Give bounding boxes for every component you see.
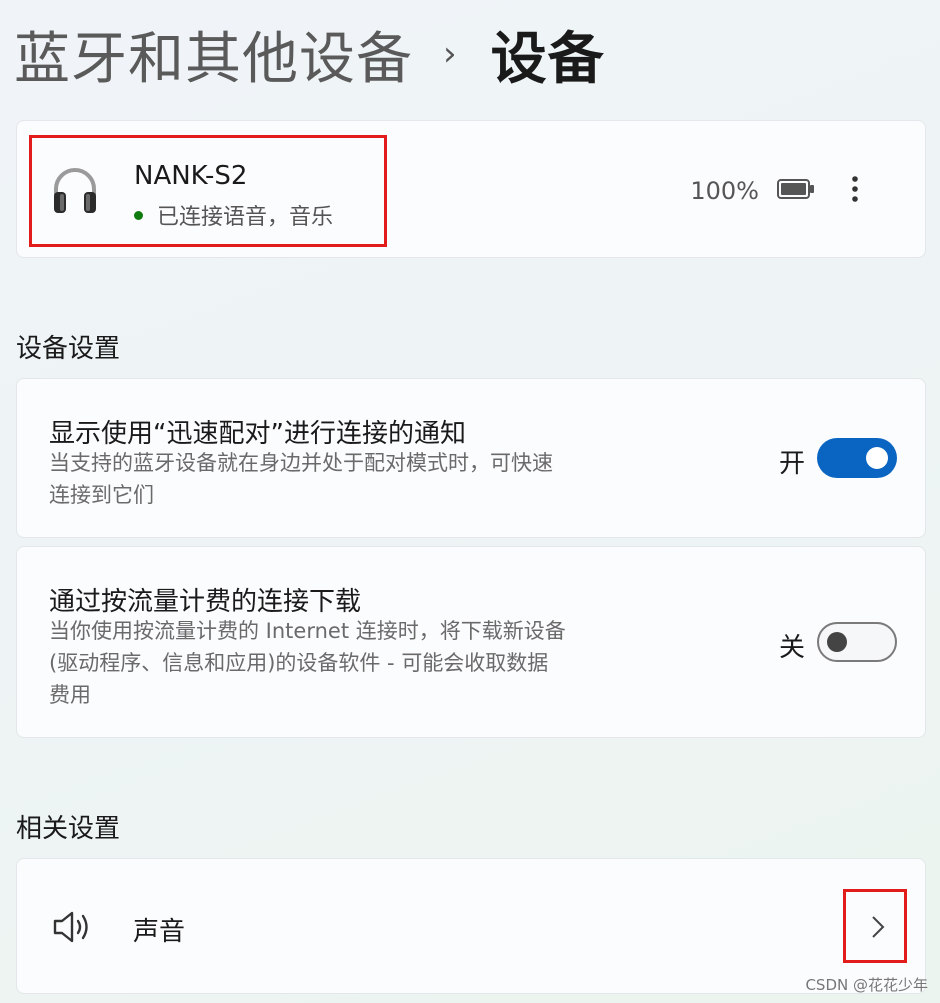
battery-level: 100% xyxy=(690,177,759,205)
toggle-state-label: 开 xyxy=(778,449,805,479)
related-setting-sound[interactable]: 声音 xyxy=(16,858,926,994)
section-title-related-settings: 相关设置 xyxy=(16,814,121,844)
speaker-icon xyxy=(53,911,88,943)
toggle-knob xyxy=(827,632,847,652)
section-title-device-settings: 设备设置 xyxy=(16,334,121,364)
device-card: NANK-S2 已连接语音，音乐 100% xyxy=(16,120,926,258)
breadcrumb: 蓝牙和其他设备 › 设备 xyxy=(14,14,605,94)
device-name: NANK-S2 xyxy=(134,161,248,191)
breadcrumb-separator: › xyxy=(443,34,457,74)
metered-download-toggle[interactable] xyxy=(817,622,897,662)
device-status: 已连接语音，音乐 xyxy=(134,199,333,231)
setting-description: 当你使用按流量计费的 Internet 连接时，将下载新设备(驱动程序、信息和应… xyxy=(49,619,566,707)
page-title: 设备 xyxy=(490,26,605,92)
sound-label: 声音 xyxy=(133,917,186,947)
setting-description: 当支持的蓝牙设备就在身边并处于配对模式时，可快速连接到它们 xyxy=(49,451,553,507)
toggle-knob xyxy=(866,447,888,469)
device-status-text: 已连接语音，音乐 xyxy=(157,205,334,230)
setting-title: 通过按流量计费的连接下载 xyxy=(49,587,362,617)
setting-swift-pair: 显示使用“迅速配对”进行连接的通知 当支持的蓝牙设备就在身边并处于配对模式时，可… xyxy=(16,378,926,538)
connected-status-dot xyxy=(134,210,143,220)
headphones-icon xyxy=(54,168,96,213)
battery-icon xyxy=(777,179,814,199)
breadcrumb-parent-link[interactable]: 蓝牙和其他设备 xyxy=(14,14,413,95)
more-options-icon[interactable] xyxy=(851,175,859,203)
setting-metered-download: 通过按流量计费的连接下载 当你使用按流量计费的 Internet 连接时，将下载… xyxy=(16,546,926,738)
swift-pair-toggle[interactable] xyxy=(817,438,897,478)
watermark: CSDN @花花少年 xyxy=(805,976,928,994)
chevron-right-icon[interactable] xyxy=(871,915,885,939)
setting-title: 显示使用“迅速配对”进行连接的通知 xyxy=(49,419,466,449)
toggle-state-label: 关 xyxy=(778,633,805,663)
